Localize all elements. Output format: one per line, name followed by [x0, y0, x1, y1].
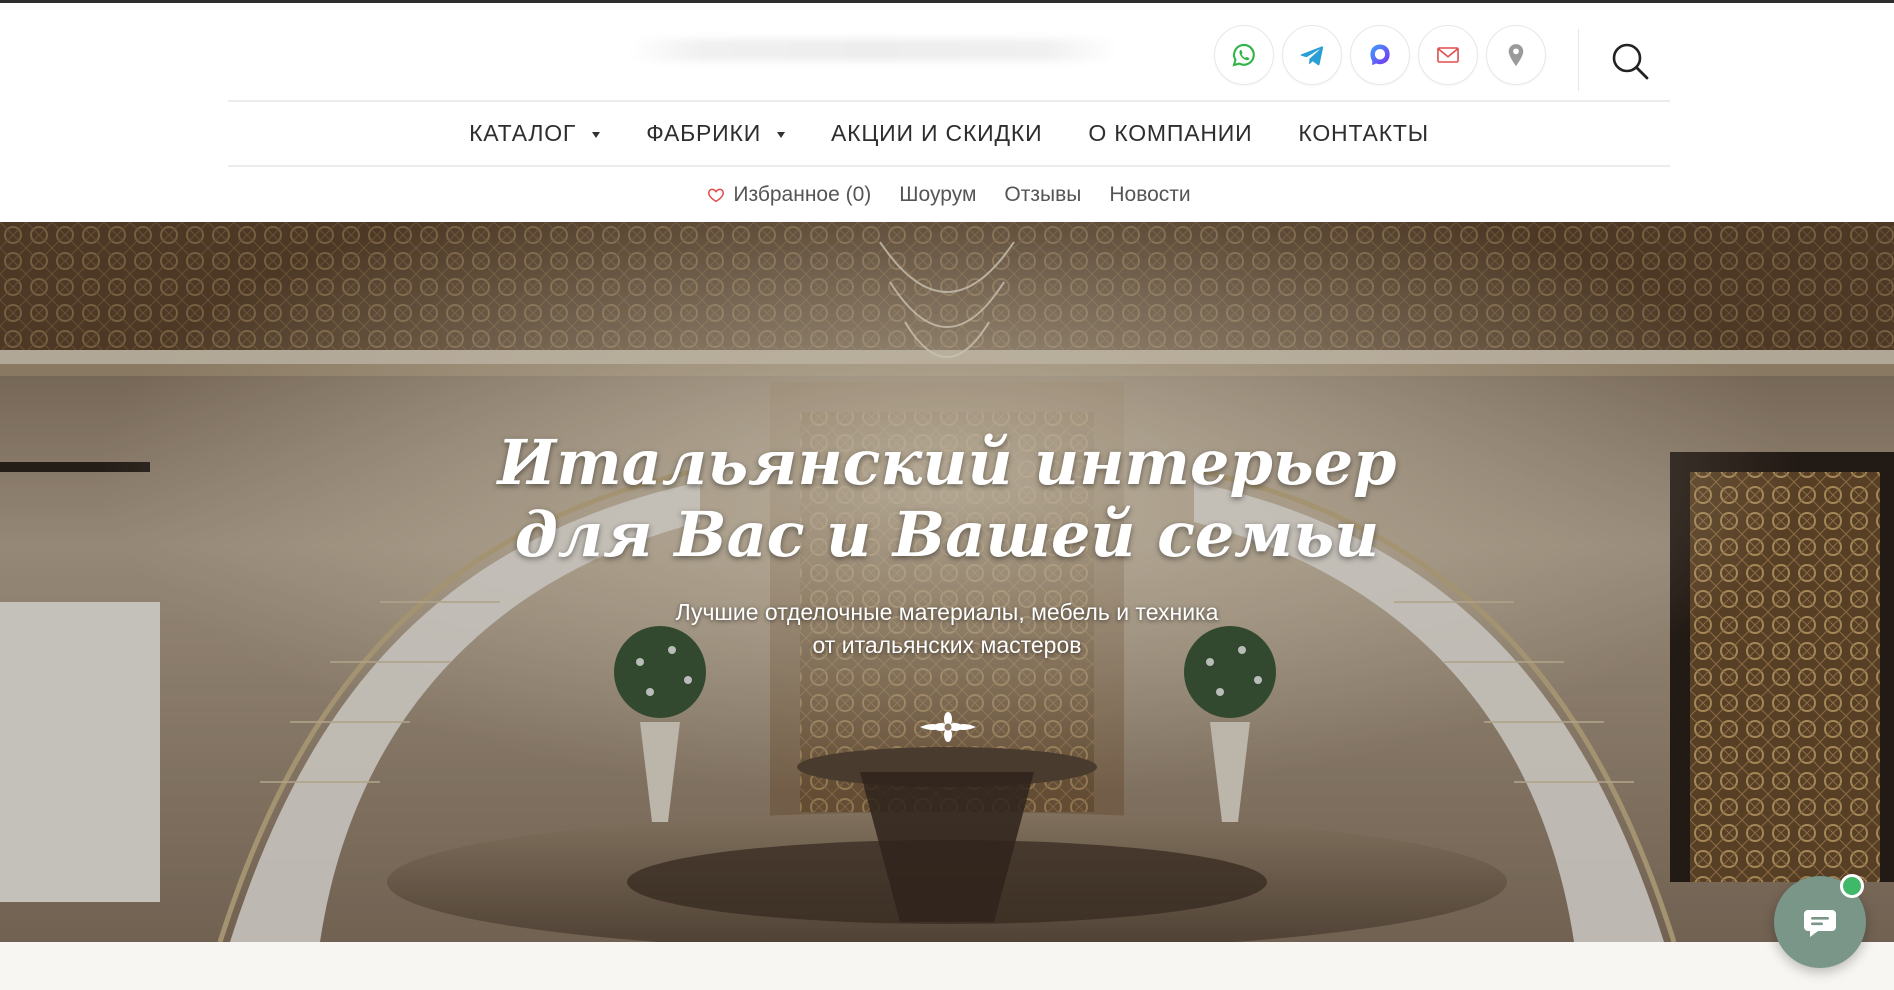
mail-link[interactable] — [1418, 25, 1478, 85]
header-divider — [1578, 29, 1579, 91]
location-pin-icon — [1508, 44, 1524, 66]
hero-subtitle-line-1: Лучшие отделочные материалы, мебель и те… — [675, 599, 1219, 625]
flower-ornament-icon — [920, 712, 976, 742]
showroom-link[interactable]: Шоурум — [899, 183, 976, 207]
nav-item-sales[interactable]: АКЦИИ И СКИДКИ — [831, 120, 1042, 147]
site-logo[interactable] — [628, 29, 1118, 73]
hero-title: Итальянский интерьер для Вас и Вашей сем… — [447, 427, 1447, 571]
online-status-dot — [1840, 874, 1864, 898]
news-label: Новости — [1109, 182, 1191, 206]
site-header: КАТАЛОГ ФАБРИКИ АКЦИИ И СКИДКИ О КОМПАНИ… — [0, 3, 1894, 222]
nav-label-factories: ФАБРИКИ — [646, 120, 762, 146]
hero-title-line-1: Итальянский интерьер — [497, 426, 1397, 499]
nav-label-catalog: КАТАЛОГ — [469, 120, 577, 146]
favorites-label: Избранное (0) — [733, 182, 872, 206]
chat-bubble-icon — [1804, 910, 1836, 937]
logo-placeholder — [628, 39, 1118, 61]
nav-item-contacts[interactable]: КОНТАКТЫ — [1298, 120, 1428, 147]
reviews-link[interactable]: Отзывы — [1004, 183, 1081, 207]
whatsapp-icon — [1232, 43, 1255, 67]
nav-item-catalog[interactable]: КАТАЛОГ — [469, 120, 601, 147]
showroom-label: Шоурум — [899, 182, 977, 206]
social-links — [1214, 25, 1546, 85]
hero-subtitle: Лучшие отделочные материалы, мебель и те… — [547, 596, 1347, 662]
telegram-link[interactable] — [1282, 25, 1342, 85]
header-inner: КАТАЛОГ ФАБРИКИ АКЦИИ И СКИДКИ О КОМПАНИ… — [228, 3, 1670, 222]
location-link[interactable] — [1486, 25, 1546, 85]
caret-down-icon — [592, 131, 601, 138]
mail-icon — [1437, 47, 1459, 63]
hero-banner: Итальянский интерьер для Вас и Вашей сем… — [0, 222, 1894, 942]
secondary-nav: Избранное (0) Шоурум Отзывы Новости — [228, 167, 1670, 222]
hero-title-line-2: для Вас и Вашей семьи — [514, 498, 1380, 571]
nav-item-about[interactable]: О КОМПАНИИ — [1088, 120, 1252, 147]
nav-label-about: О КОМПАНИИ — [1088, 120, 1253, 146]
nav-label-sales: АКЦИИ И СКИДКИ — [831, 120, 1043, 146]
caret-down-icon — [777, 131, 786, 138]
heart-icon — [708, 188, 725, 202]
whatsapp-link[interactable] — [1214, 25, 1274, 85]
chat-widget-button[interactable] — [1774, 874, 1866, 968]
search-button[interactable] — [1600, 31, 1660, 91]
telegram-icon — [1300, 46, 1324, 66]
favorites-link[interactable]: Избранное (0) — [707, 183, 871, 207]
nav-label-contacts: КОНТАКТЫ — [1298, 120, 1429, 146]
nav-item-factories[interactable]: ФАБРИКИ — [646, 120, 786, 147]
main-nav: КАТАЛОГ ФАБРИКИ АКЦИИ И СКИДКИ О КОМПАНИ… — [228, 102, 1670, 165]
content-start-strip — [0, 942, 1894, 990]
max-messenger-icon — [1370, 44, 1390, 65]
reviews-label: Отзывы — [1004, 182, 1082, 206]
news-link[interactable]: Новости — [1109, 183, 1190, 207]
hero-content: Итальянский интерьер для Вас и Вашей сем… — [0, 222, 1894, 942]
hero-subtitle-line-2: от итальянских мастеров — [812, 632, 1082, 658]
max-messenger-link[interactable] — [1350, 25, 1410, 85]
search-icon — [1612, 43, 1649, 80]
